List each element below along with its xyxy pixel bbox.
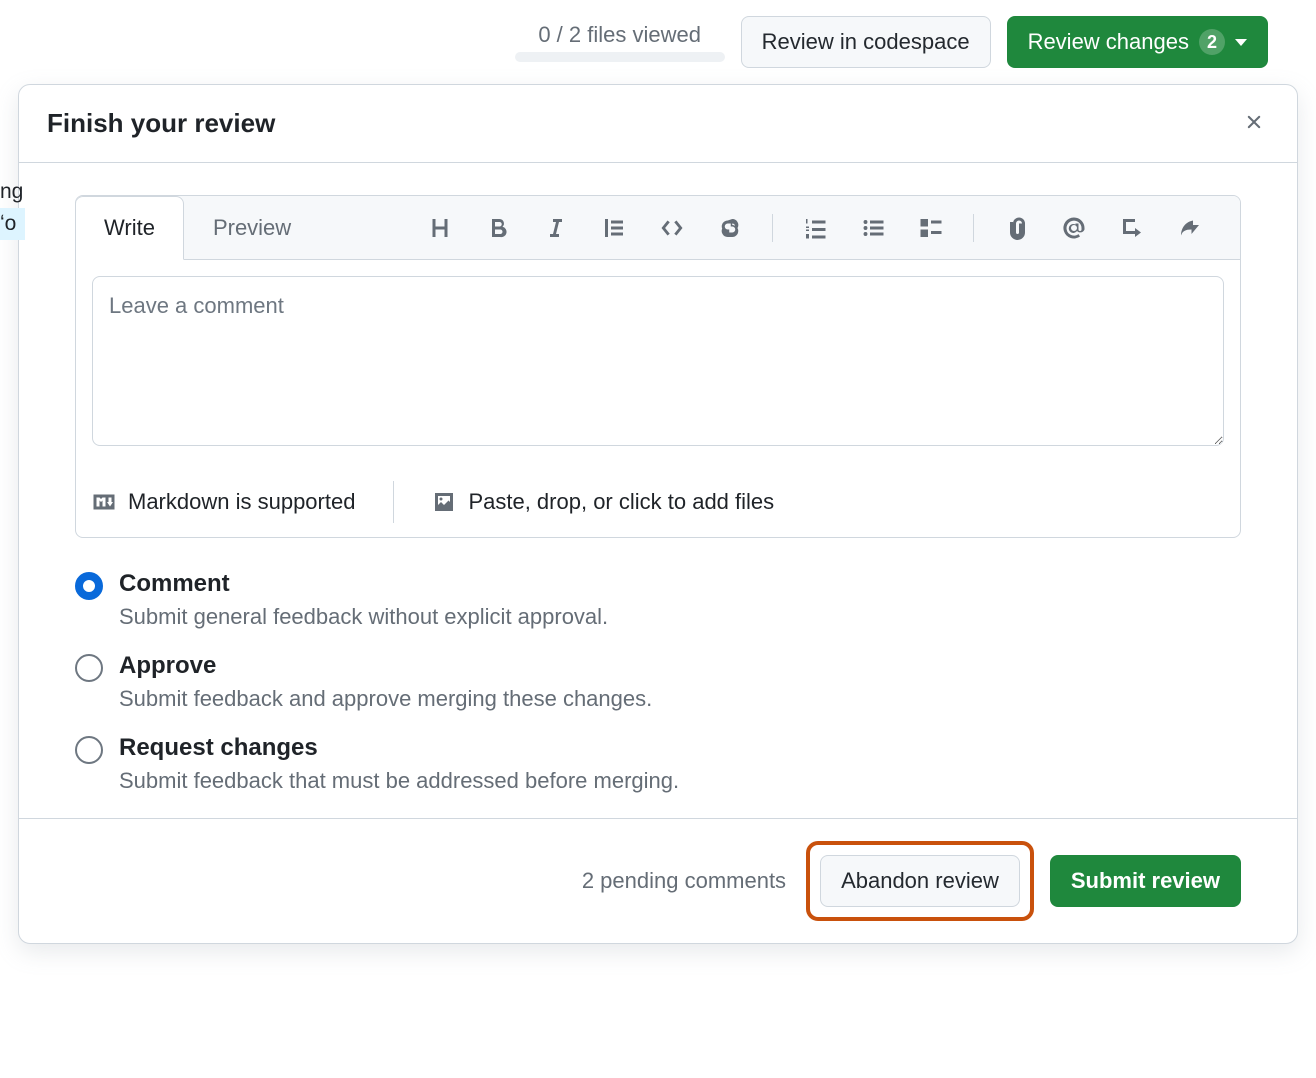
files-hint-text: Paste, drop, or click to add files bbox=[468, 489, 774, 515]
quote-button[interactable] bbox=[588, 208, 640, 248]
link-icon bbox=[718, 216, 742, 240]
hint-separator bbox=[393, 481, 394, 523]
italic-button[interactable] bbox=[530, 208, 582, 248]
bold-icon bbox=[486, 216, 510, 240]
option-request-desc: Submit feedback that must be addressed b… bbox=[119, 768, 679, 794]
comment-box: Write Preview bbox=[75, 195, 1241, 538]
panel-footer: 2 pending comments Abandon review Submit… bbox=[19, 818, 1297, 943]
tab-preview[interactable]: Preview bbox=[184, 196, 320, 259]
task-list-icon bbox=[919, 216, 943, 240]
mention-icon bbox=[1062, 216, 1086, 240]
task-list-button[interactable] bbox=[905, 208, 957, 248]
option-comment[interactable]: Comment Submit general feedback without … bbox=[75, 570, 1241, 630]
review-changes-label: Review changes bbox=[1028, 29, 1189, 55]
review-changes-button[interactable]: Review changes 2 bbox=[1007, 16, 1268, 68]
option-approve-label: Approve bbox=[119, 652, 652, 680]
ordered-list-button[interactable] bbox=[789, 208, 841, 248]
top-bar: 0 / 2 files viewed Review in codespace R… bbox=[0, 0, 1316, 76]
paperclip-icon bbox=[1004, 216, 1028, 240]
files-hint[interactable]: Paste, drop, or click to add files bbox=[432, 489, 774, 515]
editor-tabs: Write Preview bbox=[76, 196, 1240, 260]
option-comment-desc: Submit general feedback without explicit… bbox=[119, 604, 608, 630]
hint-row: Markdown is supported Paste, drop, or cl… bbox=[76, 467, 1240, 537]
abandon-review-button[interactable]: Abandon review bbox=[820, 855, 1020, 907]
toolbar-separator-1 bbox=[772, 214, 773, 242]
radio-request-changes[interactable] bbox=[75, 736, 103, 764]
code-icon bbox=[660, 216, 684, 240]
bg-text-a: ng bbox=[0, 176, 25, 208]
panel-body: Write Preview bbox=[19, 163, 1297, 818]
markdown-hint-text: Markdown is supported bbox=[128, 489, 355, 515]
quote-icon bbox=[602, 216, 626, 240]
toolbar-separator-2 bbox=[973, 214, 974, 242]
unordered-list-icon bbox=[861, 216, 885, 240]
mention-button[interactable] bbox=[1048, 208, 1100, 248]
heading-icon bbox=[428, 216, 452, 240]
finish-review-panel: Finish your review Write Preview bbox=[18, 84, 1298, 944]
radio-approve[interactable] bbox=[75, 654, 103, 682]
italic-icon bbox=[544, 216, 568, 240]
bold-button[interactable] bbox=[472, 208, 524, 248]
markdown-toolbar bbox=[414, 208, 1224, 248]
cross-reference-button[interactable] bbox=[1106, 208, 1158, 248]
caret-down-icon bbox=[1235, 39, 1247, 46]
reply-button[interactable] bbox=[1164, 208, 1216, 248]
background-fragment: ng ʻo bbox=[0, 176, 25, 240]
image-icon bbox=[432, 490, 456, 514]
bg-text-b: ʻo bbox=[0, 208, 25, 240]
cross-reference-icon bbox=[1120, 216, 1144, 240]
close-icon bbox=[1243, 111, 1265, 133]
submit-review-button[interactable]: Submit review bbox=[1050, 855, 1241, 907]
link-button[interactable] bbox=[704, 208, 756, 248]
markdown-icon bbox=[92, 490, 116, 514]
unordered-list-button[interactable] bbox=[847, 208, 899, 248]
comment-textarea[interactable] bbox=[92, 276, 1224, 446]
pending-comments-text: 2 pending comments bbox=[582, 868, 786, 894]
close-button[interactable] bbox=[1239, 107, 1269, 140]
option-comment-label: Comment bbox=[119, 570, 608, 598]
code-button[interactable] bbox=[646, 208, 698, 248]
option-approve[interactable]: Approve Submit feedback and approve merg… bbox=[75, 652, 1241, 712]
review-options: Comment Submit general feedback without … bbox=[75, 570, 1241, 794]
heading-button[interactable] bbox=[414, 208, 466, 248]
review-in-codespace-button[interactable]: Review in codespace bbox=[741, 16, 991, 68]
radio-comment[interactable] bbox=[75, 572, 103, 600]
tab-write[interactable]: Write bbox=[75, 196, 184, 260]
option-request-changes[interactable]: Request changes Submit feedback that mus… bbox=[75, 734, 1241, 794]
files-viewed-text: 0 / 2 files viewed bbox=[538, 22, 701, 48]
files-viewed-block: 0 / 2 files viewed bbox=[515, 22, 725, 62]
option-approve-desc: Submit feedback and approve merging thes… bbox=[119, 686, 652, 712]
comment-input-area bbox=[76, 260, 1240, 467]
panel-header: Finish your review bbox=[19, 85, 1297, 163]
markdown-supported-hint[interactable]: Markdown is supported bbox=[92, 489, 355, 515]
panel-title: Finish your review bbox=[47, 108, 275, 139]
attach-button[interactable] bbox=[990, 208, 1042, 248]
review-changes-count: 2 bbox=[1199, 29, 1225, 55]
abandon-highlight-box: Abandon review bbox=[806, 841, 1034, 921]
ordered-list-icon bbox=[803, 216, 827, 240]
option-request-label: Request changes bbox=[119, 734, 679, 762]
reply-icon bbox=[1178, 216, 1202, 240]
files-viewed-progress bbox=[515, 52, 725, 62]
